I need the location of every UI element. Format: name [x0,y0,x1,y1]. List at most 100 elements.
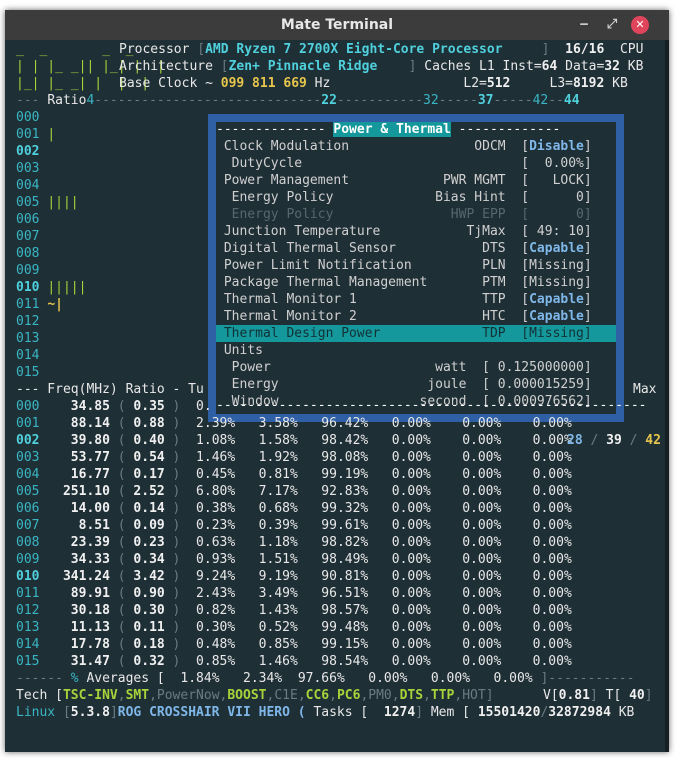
minimize-icon[interactable]: ‒ [575,16,593,34]
freq-p1: 0.00% [501,484,572,499]
core-row: 009 [16,262,47,279]
unit-label: Energy [216,377,357,392]
panel-row-label: Energy Policy [216,190,428,205]
panel-row-label: DutyCycle [216,156,428,171]
tech-sep: , [297,688,306,703]
terminal-content[interactable]: _ _ _ _ | | |_ _|| |_| | | |_| |_ _| | |… [5,40,669,752]
freq-c1: 0.52% [235,620,298,635]
freq-mhz: 30.18 [39,603,110,618]
title-bar[interactable]: Mate Terminal ‒ ⤢ ✕ [5,10,669,40]
panel-row-value: 0 [529,207,584,222]
panel-row[interactable]: Thermal Design Power TDP [Missing] [216,325,616,342]
panel-row[interactable]: Energy Policy Bias Hint [ 0] [216,189,616,206]
freq-p1: 0.00% [501,450,572,465]
freq-p1: 0.00% [501,501,572,516]
freq-c0: 2.39% [188,416,236,431]
freq-ratio: 0.54 [133,450,165,465]
freq-c0: 2.43% [188,586,236,601]
maximize-icon[interactable]: ⤢ [603,16,621,34]
freq-ratio: 0.18 [133,637,165,652]
paren: ( [109,620,134,635]
panel-row-key: HWP EPP [427,207,506,222]
panel-row[interactable]: Package Thermal Management PTM [Missing] [216,274,616,291]
freq-c7: 0.00% [430,637,502,652]
freq-c1: 3.58% [235,416,298,431]
unit-name: watt [356,360,467,375]
scrollbar[interactable] [665,40,669,752]
freq-ratio: 0.11 [133,620,165,635]
paren: ( [109,603,134,618]
ratio-bar-fill: |||| [47,195,79,210]
freq-ratio: 0.17 [133,467,165,482]
core-id: 010 [16,280,40,295]
panel-row[interactable]: Energy Policy HWP EPP [ 0] [216,206,616,223]
core-id: 006 [16,212,40,227]
panel-row[interactable]: Power Management PWR MGMT [ LOCK] [216,172,616,189]
paren: ( [109,416,134,431]
freq-c7: 0.00% [430,467,502,482]
freq-c1: 0.81% [235,467,298,482]
panel-row-label: Digital Thermal Sensor [216,241,428,256]
panel-row-key: PWR MGMT [427,173,506,188]
logo-line-1: _ _ _ _ [16,42,134,57]
freq-mhz: 34.33 [39,552,110,567]
panel-row-key: DTS [427,241,506,256]
freq-core-id: 009 [16,552,40,567]
freq-mhz: 8.51 [39,518,110,533]
core-row: 008 [16,245,47,262]
power-thermal-panel[interactable]: -------------- Power & Thermal ---------… [208,114,646,422]
tech-sep: , [423,688,431,703]
freq-c1: 9.19% [235,569,298,584]
terminal-window: Mate Terminal ‒ ⤢ ✕ _ _ _ _ | | |_ _|| |… [5,10,669,752]
core-row: 005 |||| [16,194,79,211]
table-row: 004 16.77 ( 0.17 ) 0.45% 0.81% 99.19% 0.… [16,466,572,483]
freq-core-id: 000 [16,399,40,414]
table-row: 013 11.13 ( 0.11 ) 0.30% 0.52% 99.48% 0.… [16,619,572,636]
freq-ratio: 0.23 [133,535,165,550]
panel-row-value: 0.00% [529,156,584,171]
panel-row[interactable]: Power Limit Notification PLN [Missing] [216,257,616,274]
panel-row[interactable]: Clock Modulation ODCM [Disable] [216,138,616,155]
tech-sep: , [329,688,337,703]
table-row: 002 39.80 ( 0.40 ) 1.08% 1.58% 98.42% 0.… [16,432,572,449]
freq-mhz: 251.10 [39,484,110,499]
panel-row[interactable]: Digital Thermal Sensor DTS [Capable] [216,240,616,257]
panel-row-label: Power Limit Notification [216,258,428,273]
table-row: 009 34.33 ( 0.34 ) 0.93% 1.51% 98.49% 0.… [16,551,572,568]
freq-c1: 7.17% [235,484,298,499]
freq-core-id: 011 [16,586,40,601]
freq-c6: 0.00% [368,518,431,533]
paren: ) [164,433,189,448]
freq-c3: 99.32% [297,501,369,516]
freq-mhz: 16.77 [39,467,110,482]
freq-ratio: 0.90 [133,586,165,601]
paren: ) [164,518,189,533]
freq-c7: 0.00% [430,450,502,465]
core-row: 014 [16,347,47,364]
freq-c7: 0.00% [430,586,502,601]
freq-mhz: 89.91 [39,586,110,601]
panel-row-label: Power Management [216,173,428,188]
freq-c1: 1.43% [235,603,298,618]
tech-flag: BOOST [227,688,267,703]
freq-core-id: 008 [16,535,40,550]
core-row: 011 ~| [16,296,63,313]
close-icon[interactable]: ✕ [631,16,649,34]
tech-flag: CC6 [305,688,330,703]
freq-c1: 0.85% [235,637,298,652]
panel-row[interactable]: Junction Temperature TjMax [ 49: 10] [216,223,616,240]
freq-ratio: 0.88 [133,416,165,431]
freq-c6: 0.00% [368,450,431,465]
core-row: 013 [16,330,47,347]
freq-ratio: 0.34 [133,552,165,567]
paren: ( [109,450,134,465]
freq-p1: 0.00% [501,433,572,448]
panel-row[interactable]: DutyCycle [ 0.00%] [216,155,616,172]
panel-row[interactable]: Thermal Monitor 1 TTP [Capable] [216,291,616,308]
freq-c1: 1.46% [235,654,298,669]
unit-value: 0.125000000 [489,360,584,375]
core-row: 007 [16,228,47,245]
panel-row[interactable]: Thermal Monitor 2 HTC [Capable] [216,308,616,325]
freq-mhz: 23.39 [39,535,110,550]
freq-ratio: 0.09 [133,518,165,533]
